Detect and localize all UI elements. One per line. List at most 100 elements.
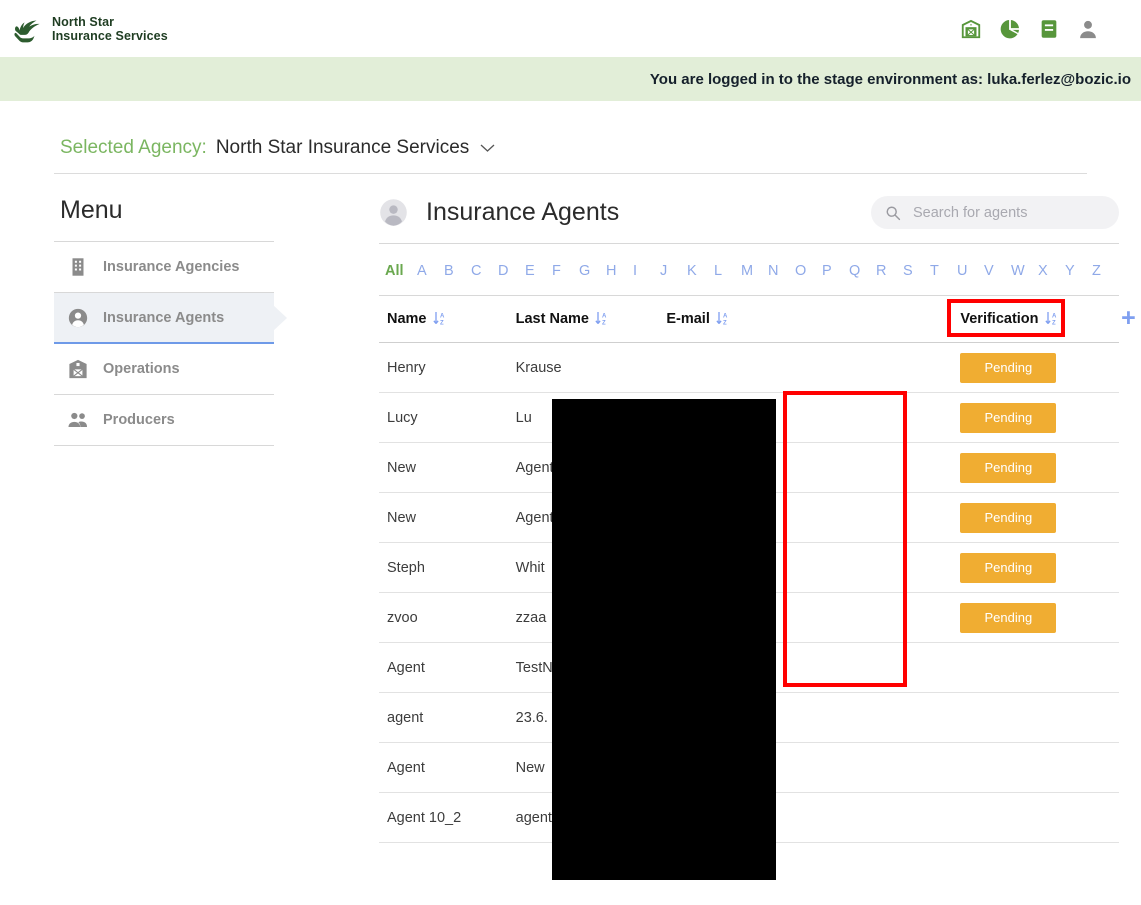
cell-name: Agent [379, 742, 508, 793]
cell-email [658, 342, 953, 393]
brand-logo[interactable]: North Star Insurance Services [12, 13, 168, 45]
sort-icon[interactable]: A Z [595, 311, 608, 326]
status-badge[interactable]: Pending [960, 452, 1057, 483]
people-icon [68, 412, 87, 427]
cell-actions [1109, 542, 1119, 593]
alpha-filter-l[interactable]: L [714, 263, 741, 279]
sidebar: Menu Insurance Agencies Insurance Agents… [54, 196, 274, 843]
stage-banner-text: You are logged in to the stage environme… [649, 70, 1131, 88]
sort-icon[interactable]: A Z [1044, 311, 1058, 326]
chevron-down-icon[interactable] [480, 140, 495, 158]
alpha-filter-x[interactable]: X [1038, 263, 1065, 279]
book-icon[interactable] [1038, 18, 1060, 40]
alpha-filter-e[interactable]: E [525, 263, 552, 279]
cell-actions [1109, 742, 1119, 793]
user-account-icon[interactable] [1077, 18, 1099, 40]
row-action-group [1117, 660, 1123, 676]
barn-icon [69, 359, 87, 379]
cell-last-name: Krause [507, 342, 659, 393]
search-input[interactable] [911, 203, 1105, 222]
cell-name: Steph [379, 542, 508, 593]
row-action-group [1117, 410, 1123, 426]
cell-verification: Pending [952, 392, 1110, 443]
alpha-filter-s[interactable]: S [903, 263, 930, 279]
sidebar-item-insurance-agencies[interactable]: Insurance Agencies [54, 242, 274, 293]
alpha-filter-d[interactable]: D [498, 263, 525, 279]
row-action-group [1117, 760, 1123, 776]
cell-verification [952, 692, 1110, 743]
sort-icon[interactable]: A Z [716, 311, 729, 326]
alpha-filter-all[interactable]: All [385, 263, 417, 279]
table-header-row: Name A Z Last Name A Z E-mail A Z Verifi… [379, 296, 1136, 343]
cell-name: Agent 10_2 [379, 792, 508, 843]
sort-icon[interactable]: A Z [432, 311, 446, 326]
alpha-filter-i[interactable]: I [633, 263, 660, 279]
agents-table-head: Name A Z Last Name A Z E-mail A Z Verifi… [379, 296, 1136, 343]
sidebar-item-producers[interactable]: Producers [54, 395, 274, 446]
sidebar-item-label: Insurance Agents [103, 309, 225, 326]
alpha-filter-f[interactable]: F [552, 263, 579, 279]
alpha-filter-q[interactable]: Q [849, 263, 876, 279]
page-title: Insurance Agents [426, 198, 620, 226]
building-icon [72, 258, 84, 276]
alpha-filter-b[interactable]: B [444, 263, 471, 279]
row-action-group [1117, 710, 1123, 726]
svg-text:A: A [602, 313, 607, 319]
alpha-filter-z[interactable]: Z [1092, 263, 1119, 279]
row-action-group [1117, 610, 1123, 626]
sidebar-item-insurance-agents[interactable]: Insurance Agents [54, 293, 274, 344]
status-badge[interactable]: Pending [960, 602, 1057, 633]
sidebar-item-operations[interactable]: Operations [54, 344, 274, 395]
row-action-group [1117, 560, 1123, 576]
row-action-group [1117, 810, 1123, 826]
cell-name: Lucy [379, 392, 508, 443]
column-header-label: Verification [960, 310, 1039, 327]
alpha-filter-p[interactable]: P [822, 263, 849, 279]
user-circle-icon [380, 199, 407, 226]
alpha-filter-n[interactable]: N [768, 263, 795, 279]
alpha-filter-a[interactable]: A [417, 263, 444, 279]
alpha-filter-k[interactable]: K [687, 263, 714, 279]
status-badge[interactable]: Pending [960, 502, 1057, 533]
barn-icon[interactable] [960, 18, 982, 40]
cell-verification: Pending [952, 342, 1110, 393]
cell-actions [1109, 342, 1119, 393]
search-box[interactable] [871, 196, 1119, 229]
table-row[interactable]: Henry Krause Pending [379, 342, 1119, 393]
cell-verification [952, 742, 1110, 793]
column-header-label: Last Name [515, 310, 589, 327]
alpha-filter-r[interactable]: R [876, 263, 903, 279]
alpha-filter-v[interactable]: V [984, 263, 1011, 279]
brand-text: North Star Insurance Services [52, 15, 168, 43]
alpha-filter-j[interactable]: J [660, 263, 687, 279]
status-badge[interactable]: Pending [960, 402, 1057, 433]
alpha-filter-h[interactable]: H [606, 263, 633, 279]
cell-name: New [379, 442, 508, 493]
cell-verification: Pending [952, 492, 1110, 543]
sidebar-item-label: Producers [103, 412, 175, 428]
cell-name: agent [379, 692, 508, 743]
agency-selector-value[interactable]: North Star Insurance Services [216, 137, 469, 159]
cell-actions [1109, 642, 1119, 693]
alpha-filter-o[interactable]: O [795, 263, 822, 279]
column-header-last-name[interactable]: Last Name A Z [507, 296, 659, 343]
alpha-filter-y[interactable]: Y [1065, 263, 1092, 279]
alpha-filter-t[interactable]: T [930, 263, 957, 279]
column-header-name[interactable]: Name A Z [379, 296, 508, 343]
alpha-filter-u[interactable]: U [957, 263, 984, 279]
pie-chart-icon[interactable] [999, 18, 1021, 40]
alpha-filter-m[interactable]: M [741, 263, 768, 279]
svg-text:Z: Z [1052, 321, 1056, 326]
top-bar-icons [960, 18, 1127, 40]
status-badge[interactable]: Pending [960, 552, 1057, 583]
column-header-verification[interactable]: Verification A Z [947, 296, 1110, 343]
add-agent-button[interactable]: + [1117, 306, 1136, 331]
column-header-email[interactable]: E-mail A Z [658, 296, 953, 343]
alpha-filter-c[interactable]: C [471, 263, 498, 279]
alpha-filter-w[interactable]: W [1011, 263, 1038, 279]
agency-selector[interactable]: Selected Agency: North Star Insurance Se… [54, 101, 1087, 174]
status-badge[interactable]: Pending [960, 352, 1057, 383]
cell-actions [1109, 392, 1119, 443]
cell-actions [1109, 492, 1119, 543]
alpha-filter-g[interactable]: G [579, 263, 606, 279]
